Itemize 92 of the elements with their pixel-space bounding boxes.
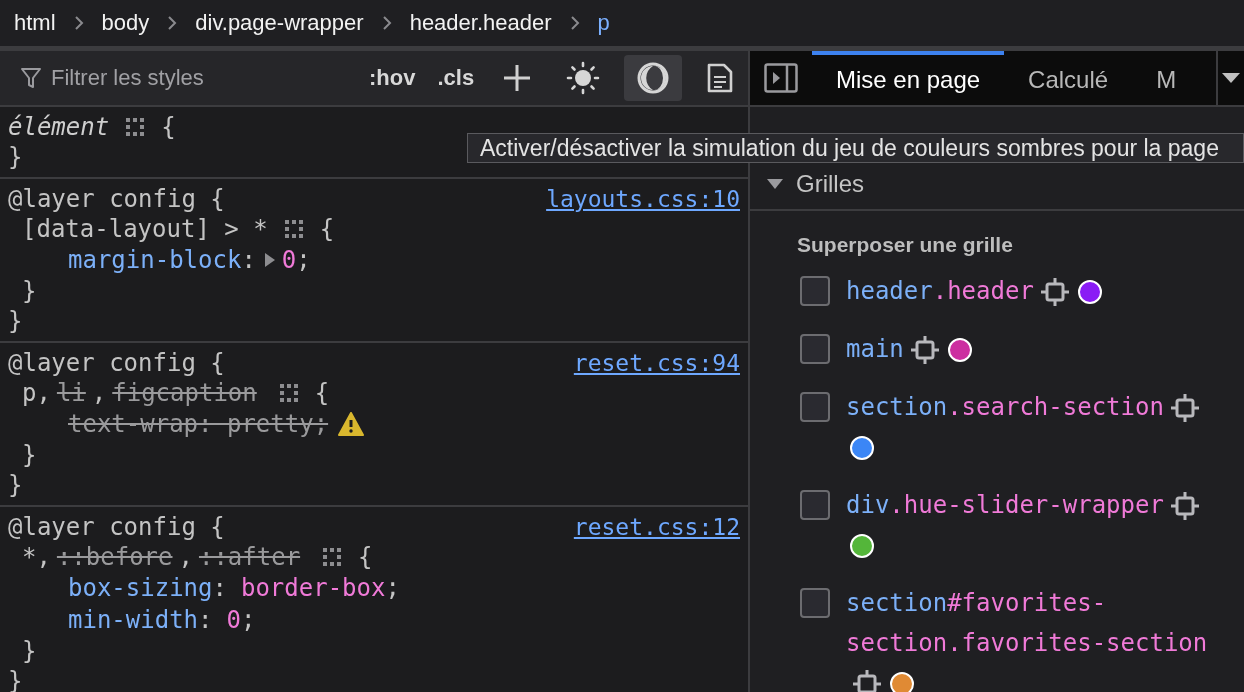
css-property[interactable]: min-width (68, 606, 199, 634)
css-code: : (198, 606, 213, 634)
panel-toggle-icon (764, 63, 798, 93)
overridden-code: figcaption (112, 379, 257, 407)
css-code: : (212, 574, 227, 602)
breadcrumb-item[interactable]: header.header (409, 10, 552, 36)
source-link[interactable]: layouts.css:10 (546, 186, 740, 212)
css-value[interactable]: border-box (240, 574, 386, 602)
breadcrumb-item[interactable]: div.page-wrapper (195, 10, 364, 36)
css-code: : (241, 246, 256, 274)
grid-editor-icon[interactable] (283, 219, 304, 239)
css-code: } (22, 637, 37, 665)
grid-element-label: section#favorites-section.favorites-section (846, 589, 1208, 657)
filter-icon (20, 66, 42, 90)
chevron-icon (167, 15, 178, 31)
plus-icon (502, 63, 533, 93)
grid-element-label: header.header (846, 277, 1034, 305)
caret-icon (1221, 72, 1241, 84)
chevron-icon (569, 15, 580, 31)
css-code: [data-layout] > * (22, 215, 268, 243)
grid-color-dot[interactable] (850, 436, 874, 460)
highlight-element-icon[interactable] (852, 669, 882, 692)
sun-icon (566, 61, 601, 95)
expand-triangle-icon[interactable] (263, 252, 276, 268)
css-code: @layer config { (8, 513, 225, 541)
filter-field[interactable]: Filtrer les styles (20, 65, 351, 91)
css-code: { (314, 379, 330, 407)
tooltip: Activer/désactiver la simulation du jeu de couleurs sombres pour la page (467, 133, 1244, 163)
chevron-icon (73, 15, 84, 31)
css-code: { (161, 113, 176, 141)
warning-icon (338, 412, 365, 436)
grid-checkbox[interactable] (800, 392, 830, 422)
moon-icon (637, 62, 670, 94)
chevron-icon (381, 15, 392, 31)
css-code: } (22, 441, 37, 469)
panel-tab[interactable]: M (1132, 51, 1201, 105)
highlight-element-icon[interactable] (1169, 491, 1200, 521)
css-code: @layer config { (8, 185, 225, 213)
css-code: p, (22, 379, 51, 407)
overridden-code: text-wrap: pretty; (68, 410, 329, 438)
grid-editor-icon[interactable] (322, 547, 343, 567)
css-code: } (8, 471, 23, 499)
highlight-element-icon[interactable] (1039, 277, 1070, 307)
overridden-code: ::before (56, 543, 173, 571)
grid-element-label: main (846, 335, 904, 363)
grid-editor-icon[interactable] (125, 117, 146, 137)
css-code: *, (22, 543, 51, 571)
grid-checkbox[interactable] (800, 334, 830, 364)
css-value[interactable]: 0 (226, 606, 241, 634)
overridden-code: ::after (198, 543, 301, 571)
css-value[interactable]: 0 (281, 246, 297, 274)
grid-editor-icon[interactable] (278, 383, 299, 403)
css-code: } (22, 277, 37, 305)
css-code: ; (296, 246, 311, 274)
css-code: } (8, 667, 23, 692)
css-code: { (358, 543, 373, 571)
css-code: ; (385, 574, 400, 602)
section-title: Grilles (796, 170, 864, 198)
panel-tab[interactable]: Calculé (1004, 51, 1133, 105)
grid-element-label: div.hue-slider-wrapper (846, 491, 1164, 519)
css-code: ; (240, 606, 256, 634)
grid-element-label: section.search-section (846, 393, 1164, 421)
toolbar-button[interactable] (624, 55, 683, 101)
css-property[interactable]: box-sizing (68, 574, 213, 602)
css-code: { (319, 215, 335, 243)
css-code: , (91, 379, 107, 407)
overridden-code: li (56, 379, 86, 407)
grid-checkbox[interactable] (800, 490, 830, 520)
css-code: , (178, 543, 193, 571)
css-code: } (8, 307, 23, 335)
source-link[interactable]: reset.css:12 (573, 514, 740, 540)
css-code: } (8, 143, 23, 171)
grid-color-dot[interactable] (850, 534, 874, 558)
breadcrumb-item[interactable]: html (14, 10, 56, 36)
toolbar-button[interactable]: :hov (365, 55, 420, 101)
css-code: @layer config { (8, 349, 225, 377)
toolbar-button[interactable]: .cls (433, 55, 479, 101)
document-icon (706, 62, 735, 94)
grid-color-dot[interactable] (947, 338, 972, 362)
element-selector: élément (8, 113, 110, 141)
grid-color-dot[interactable] (890, 672, 914, 692)
grid-checkbox[interactable] (800, 588, 830, 618)
highlight-element-icon[interactable] (1169, 393, 1200, 423)
breadcrumb-item[interactable]: p (597, 10, 610, 36)
grid-checkbox[interactable] (800, 276, 830, 306)
panel-tab[interactable]: Mise en page (812, 51, 1005, 105)
overlay-heading: Superposer une grille (797, 233, 1014, 257)
breadcrumb-item[interactable]: body (101, 10, 150, 36)
grid-color-dot[interactable] (1077, 280, 1102, 304)
highlight-element-icon[interactable] (909, 335, 940, 365)
css-property[interactable]: margin-block (68, 246, 242, 274)
source-link[interactable]: reset.css:94 (573, 350, 740, 376)
